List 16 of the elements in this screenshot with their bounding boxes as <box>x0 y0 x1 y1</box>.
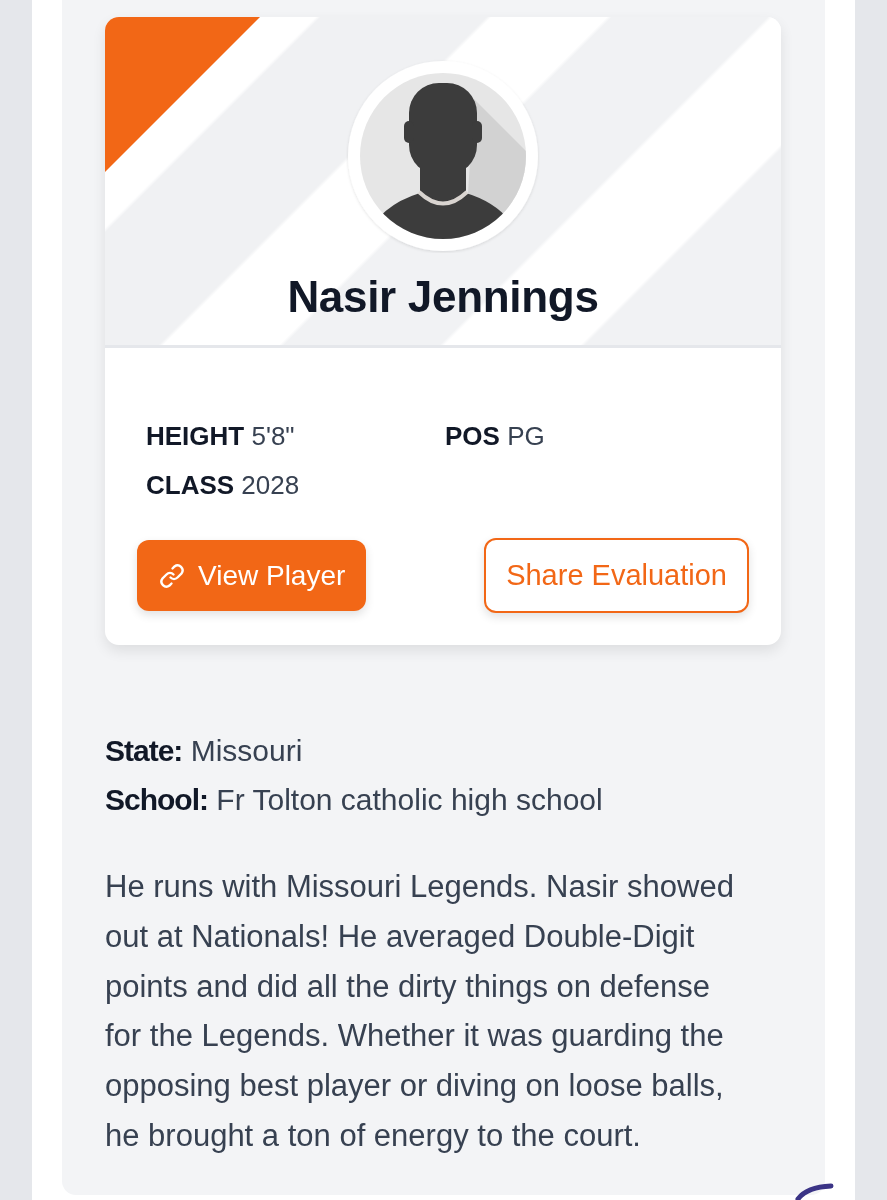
stat-label: HEIGHT <box>146 421 245 451</box>
link-icon <box>158 561 186 590</box>
detail-label: State: <box>105 734 183 767</box>
detail-value: Fr Tolton catholic high school <box>216 783 603 816</box>
player-name: Nasir Jennings <box>287 272 599 322</box>
view-player-button[interactable]: View Player <box>137 540 367 611</box>
detail-label: School: <box>105 783 208 816</box>
bio-paragraph: He runs with Missouri Legends. Nasir showed out at Nationals! He averaged Double-Digit points and did all the dirty things on defense for the Legends. Whether it was guarding the opposing best player or diving on loose balls, he brought a ton of energy to the court. <box>105 868 735 1155</box>
stat-label: CLASS <box>146 470 235 500</box>
stat-value: 5'8" <box>251 421 295 451</box>
stat-value: PG <box>507 421 545 451</box>
stat-label: POS <box>445 421 500 451</box>
share-evaluation-button[interactable]: Share Evaluation <box>484 538 749 613</box>
stat-value: 2028 <box>241 470 300 500</box>
arc-icon <box>795 1183 835 1200</box>
detail-value: Missouri <box>190 734 303 767</box>
